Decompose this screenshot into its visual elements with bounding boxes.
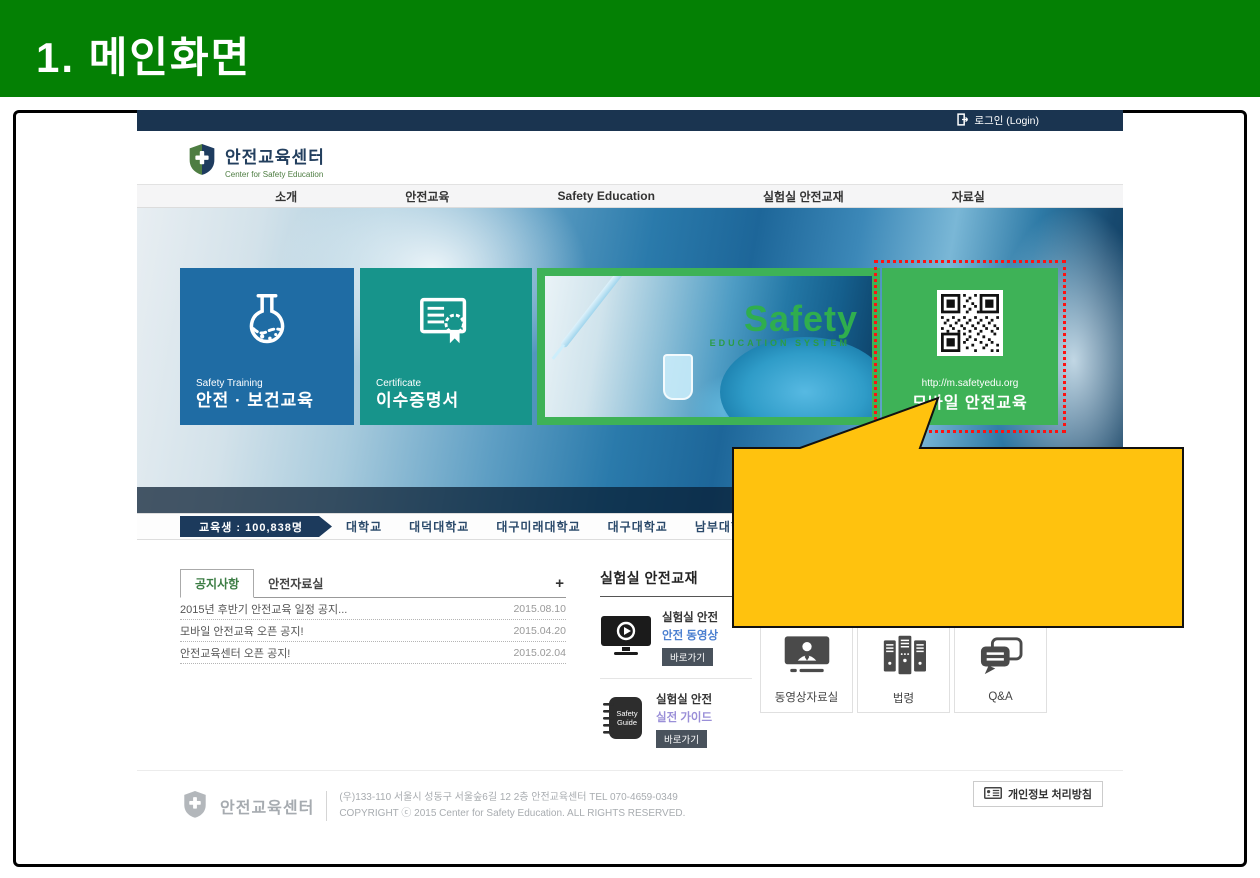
quick-links: 동영상자료실 — [760, 625, 1047, 713]
tile-certificate[interactable]: Certificate 이수증명서 — [360, 268, 532, 425]
slide-title: 1. 메인화면 — [36, 24, 251, 85]
site-topbar: 로그인 (Login) — [137, 110, 1123, 131]
nav-item-safety-edu-ko[interactable]: 안전교육 — [405, 188, 449, 205]
ticker-university[interactable]: 대덕대학교 — [409, 518, 469, 535]
footer-address: (우)133-110 서울시 성동구 서울숲6길 12 2층 안전교육센터 TE… — [339, 790, 685, 806]
shield-cross-icon — [187, 142, 217, 179]
flask-icon — [180, 288, 354, 350]
site-footer: 안전교육센터 (우)133-110 서울시 성동구 서울숲6길 12 2층 안전… — [137, 770, 1123, 858]
material-line1: 실험실 안전 — [662, 609, 718, 625]
site-logo[interactable]: 안전교육센터 Center for Safety Education — [187, 142, 325, 179]
go-button[interactable]: 바로가기 — [662, 648, 713, 666]
quick-qna[interactable]: Q&A — [954, 625, 1047, 713]
speech-bubbles-icon — [976, 636, 1026, 681]
tv-play-icon — [600, 614, 652, 661]
notice-date: 2015.04.20 — [513, 625, 566, 637]
material-item-guide[interactable]: Safety Guide 실험실 안전 실전 가이드 바로가기 — [600, 678, 752, 760]
privacy-label: 개인정보 처리방침 — [1008, 786, 1092, 802]
slide-title-bar: 1. 메인화면 — [0, 0, 1260, 97]
notice-panel: 공지사항 안전자료실 + 2015년 후반기 안전교육 일정 공지... 201… — [180, 572, 566, 664]
svg-text:Guide: Guide — [617, 718, 637, 727]
notice-date: 2015.02.04 — [513, 647, 566, 659]
pipette-graphic — [560, 276, 633, 348]
footer-logo-text: 안전교육센터 — [220, 794, 314, 818]
login-label: 로그인 (Login) — [974, 113, 1039, 128]
privacy-policy-button[interactable]: 개인정보 처리방침 — [973, 781, 1103, 807]
ticker-university[interactable]: 대구미래대학교 — [496, 518, 580, 535]
notice-row[interactable]: 안전교육센터 오픈 공지! 2015.02.04 — [180, 642, 566, 664]
tile2-ko-label: 이수증명서 — [376, 386, 459, 411]
notice-row[interactable]: 2015년 후반기 안전교육 일정 공지... 2015.08.10 — [180, 598, 566, 620]
ticker-university[interactable]: 대구대학교 — [608, 518, 668, 535]
go-button[interactable]: 바로가기 — [656, 730, 707, 748]
id-card-icon — [984, 787, 1002, 802]
university-ticker-list: 대학교 대덕대학교 대구미래대학교 대구대학교 남부대학교 — [346, 518, 755, 535]
svg-text:Safety: Safety — [616, 709, 638, 718]
vial-graphic — [663, 354, 693, 400]
notice-title: 모바일 안전교육 오픈 공지! — [180, 623, 304, 639]
login-door-icon — [956, 113, 969, 129]
callout-bubble — [718, 388, 1188, 632]
nav-item-lab-materials[interactable]: 실험실 안전교재 — [763, 188, 844, 205]
notice-tabbar: 공지사항 안전자료실 + — [180, 572, 566, 598]
tile1-ko-label: 안전 · 보건교육 — [196, 386, 314, 411]
qr-code — [937, 290, 1003, 356]
footer-copyright: COPYRIGHT ⓒ 2015 Center for Safety Educa… — [339, 806, 685, 822]
hero-safety-title: Safety — [744, 298, 858, 340]
notice-row[interactable]: 모바일 안전교육 오픈 공지! 2015.04.20 — [180, 620, 566, 642]
material-line2: 안전 동영상 — [662, 627, 718, 643]
slide: 1. 메인화면 로그인 (Login) — [0, 0, 1260, 878]
quick-video-archive[interactable]: 동영상자료실 — [760, 625, 853, 713]
quick-law[interactable]: 법령 — [857, 625, 950, 713]
student-count-badge: 교육생 : 100,838명 — [180, 516, 332, 537]
law-books-icon — [879, 633, 929, 680]
quick-label: 법령 — [893, 690, 914, 706]
video-monitor-icon — [781, 634, 833, 679]
footer-shield-icon — [182, 789, 208, 822]
material-line1: 실험실 안전 — [656, 691, 712, 707]
tab-notice[interactable]: 공지사항 — [180, 569, 254, 598]
quick-label: Q&A — [988, 691, 1012, 703]
site-header: 안전교육센터 Center for Safety Education — [137, 131, 1123, 184]
hero-safety-subtitle: EDUCATION SYSTEM — [710, 338, 850, 348]
notice-title: 안전교육센터 오픈 공지! — [180, 645, 290, 661]
safety-guide-book-icon: Safety Guide — [600, 694, 646, 745]
tab-safety-archive[interactable]: 안전자료실 — [254, 570, 337, 597]
login-button[interactable]: 로그인 (Login) — [956, 110, 1039, 131]
notice-date: 2015.08.10 — [513, 603, 566, 615]
ticker-university[interactable]: 대학교 — [346, 518, 382, 535]
nav-item-intro[interactable]: 소개 — [275, 188, 297, 205]
material-line2: 실전 가이드 — [656, 709, 712, 725]
tile-safety-training[interactable]: Safety Training 안전 · 보건교육 — [180, 268, 354, 425]
notice-title: 2015년 후반기 안전교육 일정 공지... — [180, 601, 347, 617]
footer-divider — [326, 791, 327, 821]
nav-item-safety-education[interactable]: Safety Education — [558, 189, 655, 203]
logo-subtitle: Center for Safety Education — [225, 170, 325, 179]
quick-label: 동영상자료실 — [775, 689, 838, 705]
main-nav: 소개 안전교육 Safety Education 실험실 안전교재 자료실 — [137, 184, 1123, 208]
notice-more-button[interactable]: + — [555, 575, 564, 592]
nav-item-archive[interactable]: 자료실 — [952, 188, 985, 205]
logo-name: 안전교육센터 — [225, 143, 325, 168]
certificate-icon — [360, 288, 532, 350]
